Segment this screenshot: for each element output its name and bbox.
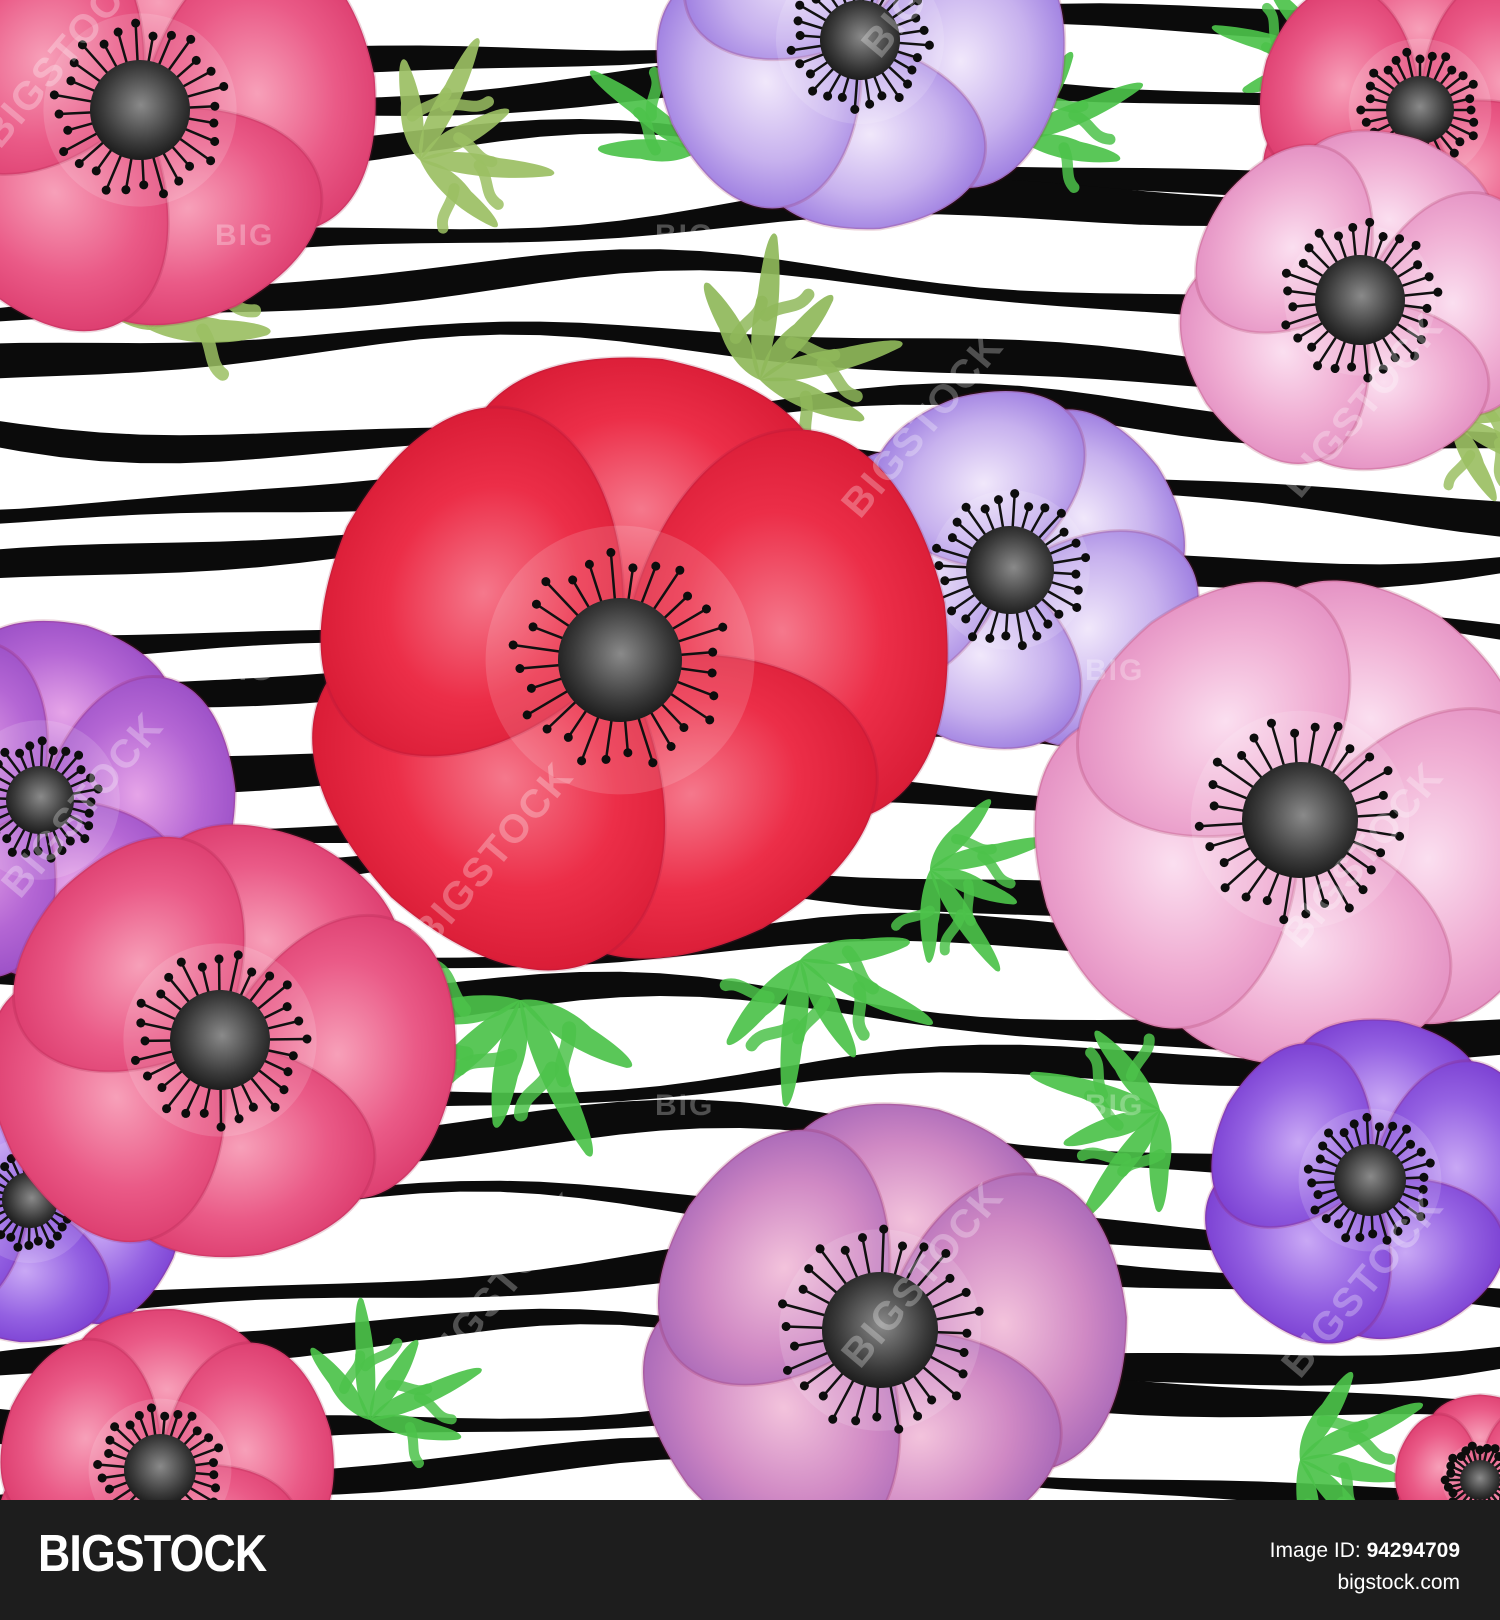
anther	[1468, 131, 1478, 141]
watermark-text: BIG	[1085, 654, 1144, 687]
watermark-text: BIG	[1085, 1089, 1144, 1122]
anther	[1447, 65, 1457, 75]
watermark-text: BIG	[215, 219, 274, 252]
anther	[1455, 137, 1465, 147]
watermark-text: BIG	[655, 219, 714, 252]
anther	[1361, 117, 1371, 127]
anther	[1490, 1444, 1500, 1454]
anther	[1391, 55, 1401, 65]
anther	[1415, 54, 1425, 64]
anther	[1469, 117, 1479, 127]
image-id-label: Image ID:	[1269, 1539, 1361, 1562]
flower-center	[1460, 1460, 1500, 1500]
image-id-line: Image ID: 94294709	[1270, 1540, 1460, 1561]
anther	[1446, 1461, 1456, 1471]
anther	[1365, 94, 1375, 104]
anther	[1356, 105, 1366, 115]
anther	[1467, 1441, 1477, 1451]
anther	[1448, 1453, 1458, 1463]
anther	[1427, 51, 1437, 61]
watermark-text: BIG	[655, 1089, 714, 1122]
anther	[1482, 1443, 1492, 1453]
image-id-value: 94294709	[1366, 1539, 1460, 1562]
anther	[1441, 52, 1451, 62]
anther	[1458, 71, 1468, 81]
stock-image: BIGSTOCK BIGSTOCK BIGSTOCK BIGSTOCK BIGSTOCK…	[0, 0, 1500, 1500]
anther	[1402, 47, 1412, 57]
site-url-link[interactable]: bigstock.com	[1337, 1572, 1460, 1593]
anther	[1468, 79, 1478, 89]
stock-footer-bar: BIGSTOCK Image ID: 94294709 bigstock.com	[0, 1500, 1500, 1620]
anther	[1365, 81, 1375, 91]
anther	[1369, 68, 1379, 78]
floral-zebra-illustration: BIGSTOCKBIGSTOCK BIGSTOCKBIGSTOCKBIGSTOCK…	[0, 0, 1500, 1500]
watermark-text: BIG	[215, 654, 274, 687]
bigstock-logo[interactable]: BIGSTOCK	[38, 1528, 267, 1580]
watermark-text: BIG	[1085, 219, 1144, 252]
anther	[1465, 94, 1475, 104]
anther	[1466, 105, 1476, 115]
anther	[1383, 65, 1393, 75]
